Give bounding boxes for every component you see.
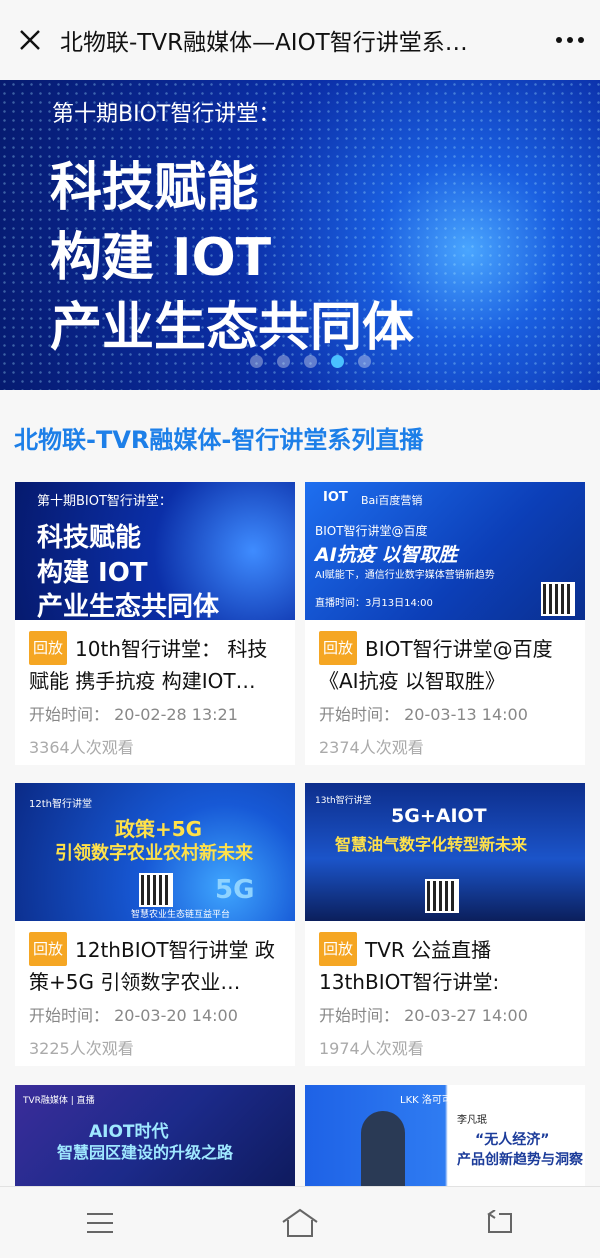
thumb-line-3: 产业生态共同体	[37, 592, 220, 620]
close-icon[interactable]	[0, 0, 60, 80]
start-time: 开始时间： 20-03-27 14:00	[319, 1006, 528, 1025]
thumb-subtitle: 13th智行讲堂	[315, 796, 372, 806]
thumb-brand: LKK 洛可可	[400, 1095, 452, 1106]
thumb-main: AI抗疫 以智取胜	[315, 544, 458, 566]
replay-badge: 回放	[319, 631, 358, 665]
thumb-footer: 智慧农业生态链互益平台	[131, 910, 231, 920]
banner-line-1: 科技赋能	[50, 158, 259, 218]
start-time: 开始时间： 20-03-20 14:00	[29, 1006, 238, 1025]
carousel-dot[interactable]	[250, 355, 263, 368]
qr-code	[139, 873, 173, 907]
thumb-subtitle: 12th智行讲堂	[29, 799, 92, 810]
view-count: 1974人次观看	[319, 1039, 424, 1058]
video-thumbnail: IOT Bai百度营销 BIOT智行讲堂@百度 AI抗疫 以智取胜 AI赋能下，…	[305, 482, 585, 620]
thumb-main-2: 智慧油气数字化转型新未来	[335, 835, 528, 854]
video-card[interactable]: TVR融媒体 | 直播 AIOT时代 智慧园区建设的升级之路	[15, 1085, 295, 1195]
speaker-avatar	[361, 1111, 405, 1195]
replay-badge: 回放	[319, 932, 358, 966]
thumb-subtitle: 第十期BIOT智行讲堂：	[37, 494, 172, 509]
video-card[interactable]: IOT Bai百度营销 BIOT智行讲堂@百度 AI抗疫 以智取胜 AI赋能下，…	[305, 482, 585, 765]
thumb-main-1: “无人经济”	[475, 1132, 550, 1148]
thumb-main-2: 产品创新趋势与洞察	[457, 1152, 583, 1168]
thumb-brand: Bai百度营销	[361, 494, 423, 507]
view-count: 3364人次观看	[29, 738, 134, 757]
video-thumbnail: 12th智行讲堂 政策+5G 引领数字农业农村新未来 5G 智慧农业生态链互益平…	[15, 783, 295, 921]
video-thumbnail: TVR融媒体 | 直播 AIOT时代 智慧园区建设的升级之路	[15, 1085, 295, 1195]
thumb-logo: IOT	[323, 490, 348, 505]
home-icon[interactable]	[270, 1193, 330, 1253]
start-time: 开始时间： 20-02-28 13:21	[29, 705, 238, 724]
card-title: 回放 10th智行讲堂： 科技赋能 携手抗疫 构建IOT…	[29, 631, 287, 695]
carousel-dot[interactable]	[304, 355, 317, 368]
start-time: 开始时间： 20-03-13 14:00	[319, 705, 528, 724]
view-count: 3225人次观看	[29, 1039, 134, 1058]
carousel-dot[interactable]	[277, 355, 290, 368]
thumb-main-1: 政策+5G	[115, 817, 203, 841]
thumb-5g-badge: 5G	[215, 875, 255, 905]
video-thumbnail: LKK 洛可可 李凡珉 “无人经济” 产品创新趋势与洞察	[305, 1085, 585, 1195]
more-icon[interactable]	[540, 0, 600, 80]
menu-icon[interactable]	[70, 1193, 130, 1253]
video-thumbnail: 第十期BIOT智行讲堂： 科技赋能 构建 IOT 产业生态共同体	[15, 482, 295, 620]
thumb-desc: AI赋能下，通信行业数字媒体营销新趋势	[315, 570, 495, 581]
live-list-section: 北物联-TVR融媒体-智行讲堂系列直播 第十期BIOT智行讲堂： 科技赋能 构建…	[0, 390, 600, 1258]
thumb-main-1: 5G+AIOT	[391, 805, 487, 827]
card-title: 回放 12thBIOT智行讲堂 政策+5G 引领数字农业…	[29, 932, 287, 996]
thumb-line-1: 科技赋能	[37, 523, 142, 553]
system-nav-bar	[0, 1186, 600, 1258]
speaker-name: 李凡珉	[457, 1115, 487, 1126]
thumb-subtitle: TVR融媒体 | 直播	[23, 1096, 95, 1106]
thumb-date: 直播时间：3月13日14:00	[315, 598, 433, 609]
video-card[interactable]: 12th智行讲堂 政策+5G 引领数字农业农村新未来 5G 智慧农业生态链互益平…	[15, 783, 295, 1066]
card-title: 回放 BIOT智行讲堂@百度《AI抗疫 以智取胜》	[319, 631, 577, 695]
thumb-line-2: 构建 IOT	[37, 558, 148, 588]
video-thumbnail: 13th智行讲堂 5G+AIOT 智慧油气数字化转型新未来	[305, 783, 585, 921]
banner-line-3: 产业生态共同体	[50, 298, 415, 358]
carousel-dot-active[interactable]	[331, 355, 344, 368]
replay-badge: 回放	[29, 631, 68, 665]
replay-badge: 回放	[29, 932, 68, 966]
card-title: 回放TVR 公益直播 13thBIOT智行讲堂: 5G+AIOT …	[319, 932, 577, 996]
section-title: 北物联-TVR融媒体-智行讲堂系列直播	[14, 426, 424, 454]
qr-code	[425, 879, 459, 913]
carousel-indicator[interactable]	[250, 355, 371, 368]
back-icon[interactable]	[470, 1193, 530, 1253]
video-card[interactable]: 13th智行讲堂 5G+AIOT 智慧油气数字化转型新未来 回放 TVR 公益直播…	[305, 783, 585, 1066]
banner-subtitle: 第十期BIOT智行讲堂：	[52, 102, 281, 127]
thumb-main-2: 智慧园区建设的升级之路	[57, 1143, 234, 1162]
qr-code	[541, 582, 575, 616]
thumb-subtitle: BIOT智行讲堂@百度	[315, 524, 428, 538]
video-card[interactable]: LKK 洛可可 李凡珉 “无人经济” 产品创新趋势与洞察	[305, 1085, 585, 1195]
banner-line-2: 构建 IOT	[50, 228, 272, 288]
video-card[interactable]: 第十期BIOT智行讲堂： 科技赋能 构建 IOT 产业生态共同体 回放 10th智…	[15, 482, 295, 765]
top-bar: 北物联-TVR融媒体—AIOT智行讲堂系…	[0, 0, 600, 80]
thumb-main-2: 引领数字农业农村新未来	[55, 843, 253, 864]
hero-banner[interactable]: 第十期BIOT智行讲堂： 科技赋能 构建 IOT 产业生态共同体	[0, 80, 600, 390]
carousel-dot[interactable]	[358, 355, 371, 368]
view-count: 2374人次观看	[319, 738, 424, 757]
page-title: 北物联-TVR融媒体—AIOT智行讲堂系…	[60, 30, 468, 56]
